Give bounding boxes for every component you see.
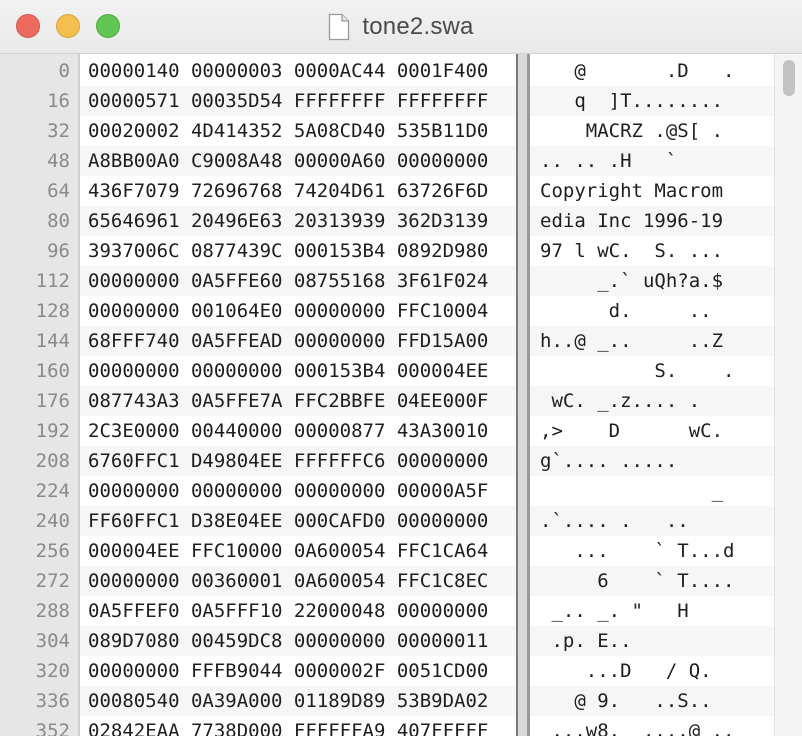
row-offset: 32 [47, 120, 70, 142]
ascii-row[interactable]: .p. E.. [540, 626, 631, 656]
ascii-pane[interactable]: @ .D . q ]T........ MACRZ .@S[ ... .. .H… [530, 54, 774, 736]
hex-row[interactable]: FF60FFC1 D38E04EE 000CAFD0 00000000 [88, 506, 488, 536]
ascii-row[interactable]: d. .. [540, 296, 712, 326]
row-offset: 48 [47, 150, 70, 172]
hex-row[interactable]: 65646961 20496E63 20313939 362D3139 [88, 206, 488, 236]
hex-pane[interactable]: 00000140 00000003 0000AC44 0001F400 00000… [80, 54, 516, 736]
row-offset: 80 [47, 210, 70, 232]
row-offset: 352 [35, 720, 70, 736]
ascii-row[interactable]: .`.... . .. [540, 506, 689, 536]
ascii-row[interactable]: MACRZ .@S[ . [540, 116, 723, 146]
row-offset: 224 [35, 480, 70, 502]
ascii-row[interactable]: edia Inc 1996-19 [540, 206, 723, 236]
row-offset: 64 [47, 180, 70, 202]
ascii-row[interactable]: ...D / Q. [540, 656, 712, 686]
row-offset: 144 [35, 330, 70, 352]
offset-gutter: 0 16 32 48 64 80 96 112 128 144 160 176 192 208 224 240… [0, 54, 80, 736]
ascii-row[interactable]: 6 ` T.... [540, 566, 734, 596]
ascii-row[interactable]: @ .D . [540, 56, 734, 86]
hex-row[interactable]: 00000000 00360001 0A600054 FFC1C8EC [88, 566, 488, 596]
ascii-row[interactable]: h..@ _.. ..Z [540, 326, 723, 356]
window-title: tone2.swa [362, 13, 474, 40]
hex-row[interactable]: 00000000 0A5FFE60 08755168 3F61F024 [88, 266, 488, 296]
ascii-row[interactable]: Copyright Macrom [540, 176, 723, 206]
row-offset: 208 [35, 450, 70, 472]
row-offset: 96 [47, 240, 70, 262]
ascii-row[interactable]: _.` uQh?a.$ [540, 266, 723, 296]
row-offset: 304 [35, 630, 70, 652]
window-titlebar: tone2.swa [0, 0, 802, 54]
ascii-row[interactable]: _ [540, 476, 723, 506]
hex-row[interactable]: 087743A3 0A5FFE7A FFC2BBFE 04EE000F [88, 386, 488, 416]
hex-row[interactable]: 00000000 00000000 00000000 00000A5F [88, 476, 488, 506]
hex-row[interactable]: 3937006C 0877439C 000153B4 0892D980 [88, 236, 488, 266]
row-offset: 160 [35, 360, 70, 382]
ascii-row[interactable]: wC. _.z.... . [540, 386, 700, 416]
hex-row[interactable]: 00000571 00035D54 FFFFFFFF FFFFFFFF [88, 86, 488, 116]
row-offset: 16 [47, 90, 70, 112]
ascii-row[interactable]: ...w8. ....@ .. [540, 716, 734, 736]
hex-row[interactable]: 436F7079 72696768 74204D61 63726F6D [88, 176, 488, 206]
row-offset: 128 [35, 300, 70, 322]
row-offset: 320 [35, 660, 70, 682]
hex-row[interactable]: 00020002 4D414352 5A08CD40 535B11D0 [88, 116, 488, 146]
ascii-row[interactable]: g`.... ..... [540, 446, 677, 476]
row-offset: 0 [58, 60, 70, 82]
row-offset: 288 [35, 600, 70, 622]
ascii-row[interactable]: _.. _. " H [540, 596, 688, 626]
document-icon[interactable] [328, 13, 350, 41]
row-offset: 176 [35, 390, 70, 412]
scrollbar-thumb[interactable] [783, 60, 795, 96]
hex-row[interactable]: 2C3E0000 00440000 00000877 43A30010 [88, 416, 488, 446]
hex-row[interactable]: 000004EE FFC10000 0A600054 FFC1CA64 [88, 536, 488, 566]
ascii-row[interactable]: ... ` T...d [540, 536, 734, 566]
hex-row[interactable]: 02842EAA 7738D000 FFFFFFA9 407FFFFF [88, 716, 488, 736]
hex-row[interactable]: 00000140 00000003 0000AC44 0001F400 [88, 56, 488, 86]
pane-splitter[interactable] [516, 54, 530, 736]
hex-row[interactable]: 00000000 001064E0 00000000 FFC10004 [88, 296, 488, 326]
hex-row[interactable]: 00000000 00000000 000153B4 000004EE [88, 356, 488, 386]
hex-row[interactable]: 00080540 0A39A000 01189D89 53B9DA02 [88, 686, 488, 716]
row-offset: 112 [35, 270, 70, 292]
hex-row[interactable]: 6760FFC1 D49804EE FFFFFFC6 00000000 [88, 446, 488, 476]
ascii-row[interactable]: ,> D wC. [540, 416, 723, 446]
ascii-row[interactable]: 97 l wC. S. ... [540, 236, 723, 266]
hex-row[interactable]: 68FFF740 0A5FFEAD 00000000 FFD15A00 [88, 326, 488, 356]
row-offset: 336 [35, 690, 70, 712]
hex-row[interactable]: 0A5FFEF0 0A5FFF10 22000048 00000000 [88, 596, 488, 626]
row-offset: 256 [35, 540, 70, 562]
ascii-row[interactable]: q ]T........ [540, 86, 723, 116]
hex-row[interactable]: A8BB00A0 C9008A48 00000A60 00000000 [88, 146, 488, 176]
row-offset: 240 [35, 510, 70, 532]
row-offset: 192 [35, 420, 70, 442]
ascii-row[interactable]: .. .. .H ` [540, 146, 677, 176]
ascii-row[interactable]: @ 9. ..S.. [540, 686, 711, 716]
vertical-scrollbar[interactable] [774, 54, 802, 736]
hex-row[interactable]: 00000000 FFFB9044 0000002F 0051CD00 [88, 656, 488, 686]
hex-editor-content: 0 16 32 48 64 80 96 112 128 144 160 176 192 208 224 240… [0, 54, 802, 736]
ascii-row[interactable]: S. . [540, 356, 734, 386]
hex-row[interactable]: 089D7080 00459DC8 00000000 00000011 [88, 626, 488, 656]
window-title-area: tone2.swa [0, 0, 802, 54]
row-offset: 272 [35, 570, 70, 592]
